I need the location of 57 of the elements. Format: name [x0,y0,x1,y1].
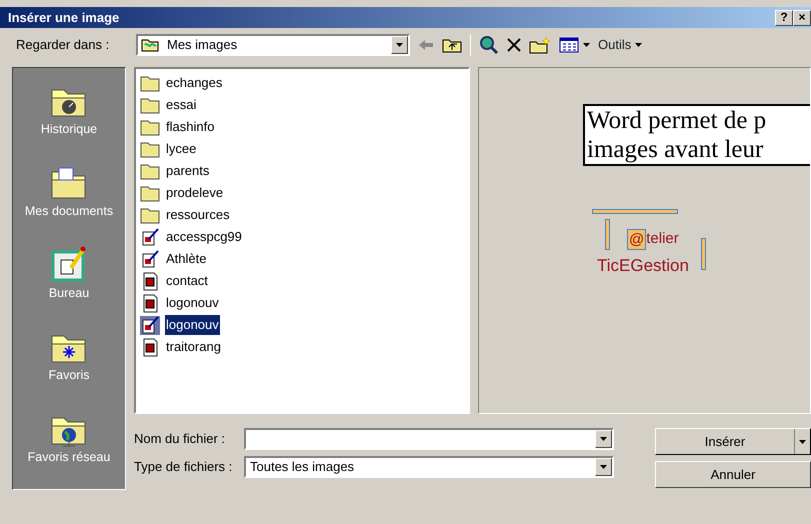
file-item[interactable]: contact [165,271,209,291]
look-in-value: Mes images [167,36,238,54]
file-item[interactable]: flashinfo [165,117,216,137]
look-in-label: Regarder dans : [16,36,110,54]
folder-icon [141,37,159,52]
places-item[interactable]: Mes documents [13,150,125,232]
caret-icon [799,440,806,444]
window-title: Insérer une image [8,8,120,27]
places-item[interactable]: Favoris [13,314,125,396]
file-item[interactable]: parents [165,161,210,181]
places-item[interactable]: Favoris réseau [13,396,125,478]
look-in-dropdown[interactable]: Mes images [136,34,410,56]
file-item[interactable]: essai [165,95,198,115]
caret-icon[interactable] [583,42,590,46]
caret-icon [600,465,607,469]
file-item[interactable]: accesspcg99 [165,227,243,247]
folder-icon [140,96,160,114]
preview-document-text: Word permet de p images avant leur [583,104,810,166]
places-item[interactable]: Historique [13,68,125,150]
file-item[interactable]: Athlète [165,249,208,269]
picture-file-icon [140,250,160,268]
folder-up-icon[interactable] [442,36,462,52]
search-web-icon[interactable] [479,34,499,54]
file-item[interactable]: logonouv [165,315,220,335]
file-item[interactable]: echanges [165,73,224,93]
logo-at-sign: @ [627,228,646,250]
picture-file-icon [140,228,160,246]
insert-split-button[interactable]: Insérer [655,428,811,455]
folder-icon [140,184,160,202]
cancel-button[interactable]: Annuler [655,461,811,488]
file-item[interactable]: logonouv [165,293,220,313]
folder-icon [140,118,160,136]
file-type-dropdown[interactable]: Toutes les images [244,456,614,478]
caret-icon [396,42,403,46]
logo-text: telier [646,229,679,249]
file-type-label: Type de fichiers : [134,458,234,476]
file-name-label: Nom du fichier : [134,430,226,448]
file-item[interactable]: traitorang [165,337,222,357]
caret-icon [635,42,642,46]
file-item[interactable]: lycee [165,139,198,159]
title-bar-button[interactable]: ? [775,10,793,26]
file-item[interactable]: ressources [165,205,231,225]
folder-icon [140,162,160,180]
picture-file-icon [140,316,160,334]
folder-icon [140,206,160,224]
tools-menu[interactable]: Outils [598,34,642,54]
file-name-field[interactable] [244,428,614,450]
views-icon[interactable] [559,36,579,52]
folder-icon [140,74,160,92]
title-bar-button[interactable]: × [793,10,811,26]
file-item[interactable]: prodeleve [165,183,224,203]
caret-icon [600,437,607,441]
logo-brand-text: TicEGestion [597,255,689,277]
folder-icon [140,140,160,158]
delete-icon[interactable] [507,38,521,52]
new-folder-icon[interactable] [529,36,551,54]
places-item[interactable]: Bureau [13,232,125,314]
